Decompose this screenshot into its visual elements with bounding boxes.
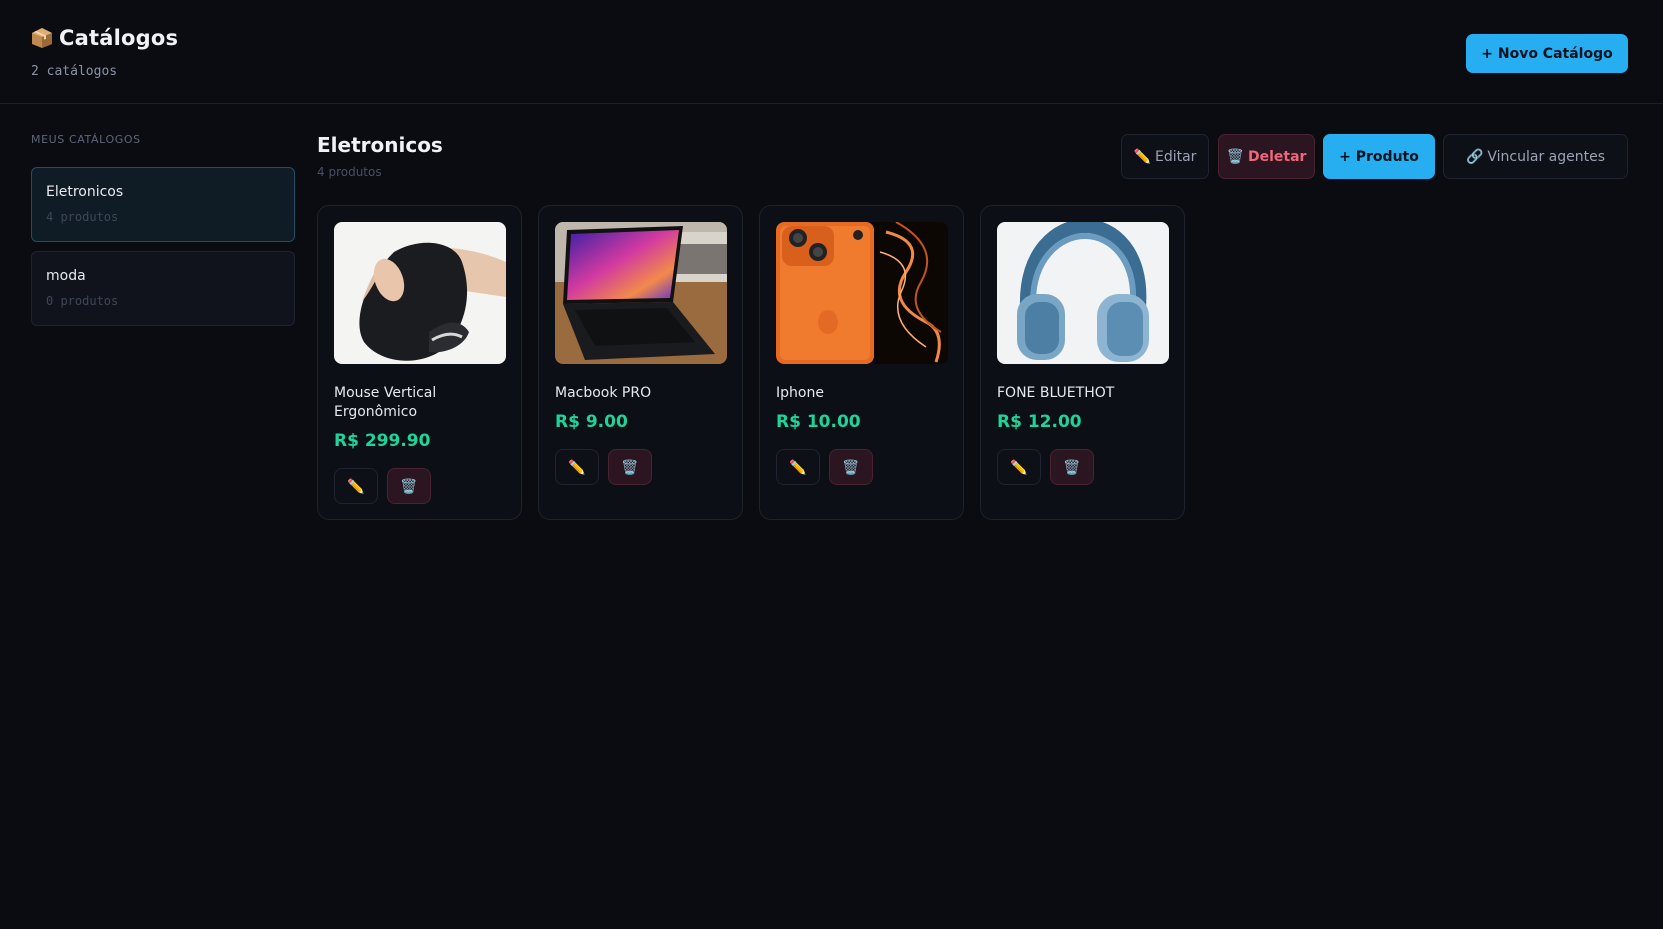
pencil-icon: ✏️ [789,458,807,475]
product-price: R$ 12.00 [997,412,1082,432]
product-card: Iphone R$ 10.00 ✏️ 🗑️ [759,205,964,520]
page-title-group: Catálogos [31,26,178,50]
product-price: R$ 10.00 [776,412,861,432]
catalog-name: moda [46,268,86,284]
trash-icon: 🗑️ [1226,148,1244,165]
product-name: Macbook PRO [555,385,652,401]
delete-catalog-button[interactable]: 🗑️ Deletar [1218,134,1315,179]
vertical-mouse-photo [334,222,506,364]
link-icon: 🔗 [1465,148,1484,165]
pencil-icon: ✏️ [1010,458,1028,475]
trash-icon: 🗑️ [1063,458,1081,475]
edit-product-button[interactable]: ✏️ [997,449,1041,485]
laptop-photo [555,222,727,364]
delete-product-button[interactable]: 🗑️ [829,449,873,485]
edit-product-button[interactable]: ✏️ [334,468,378,504]
delete-label: Deletar [1247,148,1307,165]
package-icon [31,27,53,49]
product-price: R$ 9.00 [555,412,628,432]
edit-catalog-button[interactable]: ✏️ Editar [1121,134,1209,179]
headphones-photo [997,222,1169,364]
catalog-subtitle: 4 produtos [317,165,382,179]
phone-photo [776,222,948,364]
sidebar-label: MEUS CATÁLOGOS [31,133,141,146]
pencil-icon: ✏️ [568,458,586,475]
product-name: FONE BLUETHOT [997,385,1115,401]
catalog-count: 2 catálogos [31,64,118,79]
sidebar-item-moda[interactable]: moda 0 produtos [31,251,295,326]
edit-label: Editar [1154,148,1197,165]
page-header: Catálogos 2 catálogos + Novo Catálogo [0,0,1663,104]
delete-product-button[interactable]: 🗑️ [387,468,431,504]
trash-icon: 🗑️ [621,458,639,475]
catalog-product-count: 0 produtos [46,294,119,308]
product-card: FONE BLUETHOT R$ 12.00 ✏️ 🗑️ [980,205,1185,520]
product-card: Macbook PRO R$ 9.00 ✏️ 🗑️ [538,205,743,520]
link-agents-label: Vincular agentes [1487,148,1606,165]
delete-product-button[interactable]: 🗑️ [1050,449,1094,485]
delete-product-button[interactable]: 🗑️ [608,449,652,485]
trash-icon: 🗑️ [400,477,418,494]
new-catalog-button[interactable]: + Novo Catálogo [1466,34,1628,73]
pencil-icon: ✏️ [1133,148,1151,165]
product-name: Iphone [776,385,824,401]
catalog-name: Eletronicos [46,184,124,200]
product-name: Mouse Vertical Ergonômico [334,385,437,420]
add-product-button[interactable]: + Produto [1323,134,1435,179]
edit-product-button[interactable]: ✏️ [776,449,820,485]
catalog-product-count: 4 produtos [46,210,119,224]
link-agents-button[interactable]: 🔗 Vincular agentes [1443,134,1628,179]
pencil-icon: ✏️ [347,477,365,494]
edit-product-button[interactable]: ✏️ [555,449,599,485]
page-title: Catálogos [59,26,179,50]
trash-icon: 🗑️ [842,458,860,475]
catalog-title: Eletronicos [317,133,443,157]
product-price: R$ 299.90 [334,431,431,451]
sidebar-item-eletronicos[interactable]: Eletronicos 4 produtos [31,167,295,242]
product-card: Mouse Vertical Ergonômico R$ 299.90 ✏️ 🗑… [317,205,522,520]
